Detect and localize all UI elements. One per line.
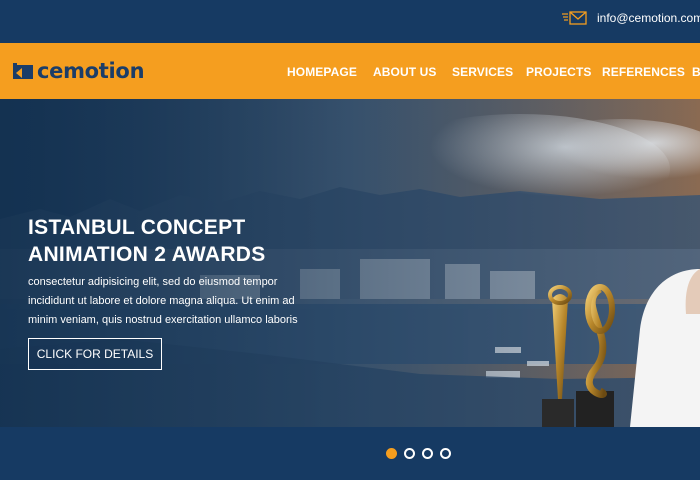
slider-pagination (386, 448, 458, 460)
primary-nav: HOMEPAGE ABOUT US SERVICES PROJECTS REFE… (0, 64, 700, 80)
main-navbar: cemotion HOMEPAGE ABOUT US SERVICES PROJ… (0, 43, 700, 99)
hero-title-line-1: ISTANBUL CONCEPT (28, 216, 246, 239)
hero-title: ISTANBUL CONCEPT ANIMATION 2 AWARDS (28, 214, 328, 268)
slider-dot-4[interactable] (440, 448, 451, 459)
nav-item-about-us[interactable]: ABOUT US (373, 64, 436, 80)
top-bar: info@cemotion.com (0, 0, 700, 43)
hero-description: consectetur adipisicing elit, sed do eiu… (28, 276, 298, 326)
nav-item-services[interactable]: SERVICES (452, 64, 513, 80)
slider-dot-3[interactable] (422, 448, 433, 459)
envelope-icon[interactable] (562, 11, 587, 25)
nav-item-references[interactable]: REFERENCES (602, 64, 685, 80)
contact-email-link[interactable]: info@cemotion.com (597, 11, 700, 25)
hero-title-line-2: ANIMATION 2 AWARDS (28, 243, 266, 266)
nav-item-projects[interactable]: PROJECTS (526, 64, 591, 80)
slider-dot-1[interactable] (386, 448, 397, 459)
hero-slider: ISTANBUL CONCEPT ANIMATION 2 AWARDS cons… (0, 99, 700, 427)
click-for-details-button[interactable]: CLICK FOR DETAILS (28, 338, 162, 370)
slider-controls (0, 427, 700, 480)
slider-dot-2[interactable] (404, 448, 415, 459)
nav-item-homepage[interactable]: HOMEPAGE (287, 64, 357, 80)
nav-item-truncated[interactable]: B (692, 64, 700, 80)
